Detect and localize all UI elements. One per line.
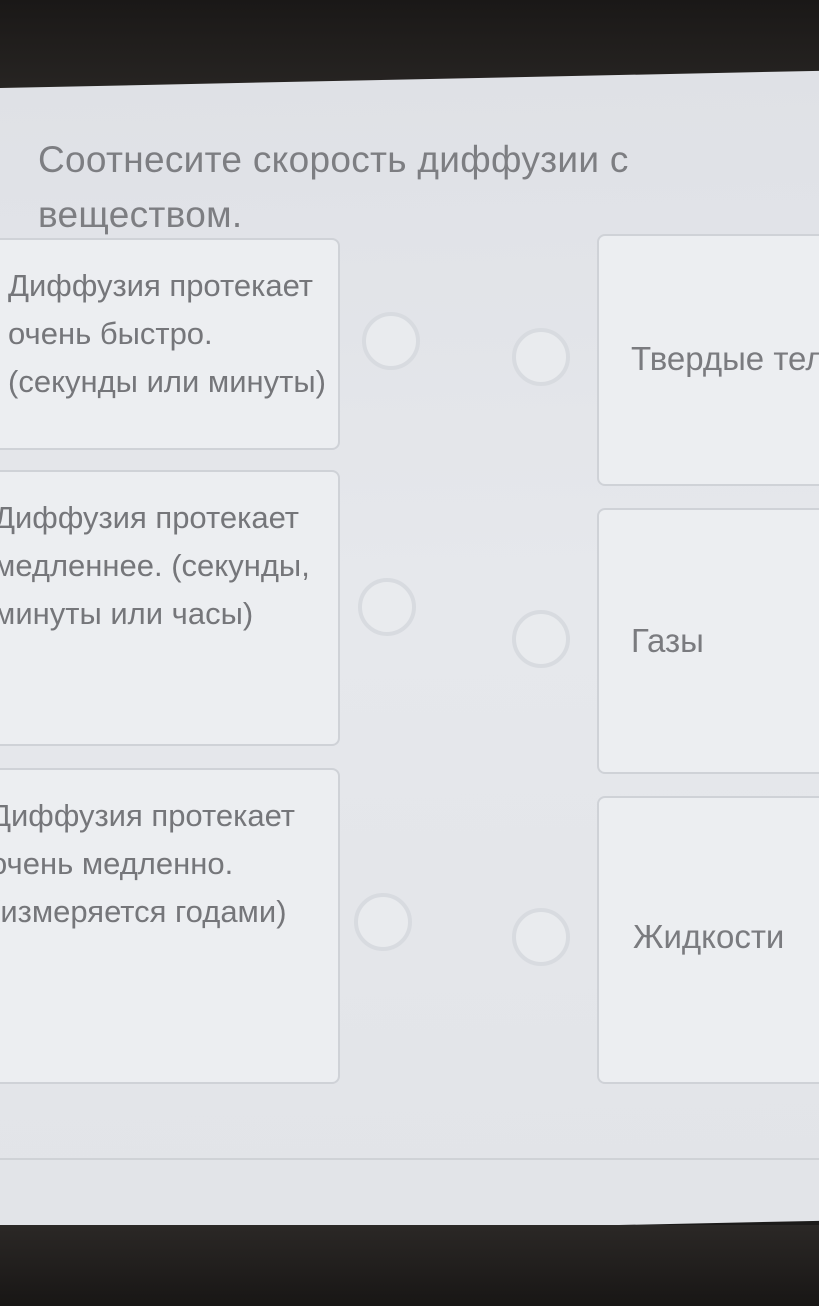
right-option-card-2[interactable]: Газы xyxy=(597,508,819,774)
device-bezel-bottom xyxy=(0,1225,819,1306)
left-connector-radio-3[interactable] xyxy=(354,893,412,951)
right-option-text-1: Твердые тела xyxy=(631,340,819,377)
left-connector-radio-2[interactable] xyxy=(358,578,416,636)
question-title: Соотнесите скорость диффузии с веществом… xyxy=(38,139,629,235)
right-option-card-1[interactable]: Твердые тела xyxy=(597,234,819,486)
left-connector-radio-1[interactable] xyxy=(362,312,420,370)
left-option-text-3: Диффузия протекает очень медленно. (изме… xyxy=(0,798,295,929)
right-option-text-3: Жидкости xyxy=(633,918,785,955)
left-option-text-1: Диффузия протекает очень быстро. (секунд… xyxy=(8,268,326,399)
left-option-card-1[interactable]: Диффузия протекает очень быстро. (секунд… xyxy=(0,238,340,450)
right-connector-radio-1[interactable] xyxy=(512,328,570,386)
right-option-text-2: Газы xyxy=(631,622,704,659)
right-connector-radio-3[interactable] xyxy=(512,908,570,966)
right-connector-radio-2[interactable] xyxy=(512,610,570,668)
right-option-card-3[interactable]: Жидкости xyxy=(597,796,819,1084)
left-option-card-2[interactable]: Диффузия протекает медленнее. (секунды, … xyxy=(0,470,340,746)
left-option-text-2: Диффузия протекает медленнее. (секунды, … xyxy=(0,500,310,631)
left-option-card-3[interactable]: Диффузия протекает очень медленно. (изме… xyxy=(0,768,340,1084)
section-divider xyxy=(0,1158,819,1160)
